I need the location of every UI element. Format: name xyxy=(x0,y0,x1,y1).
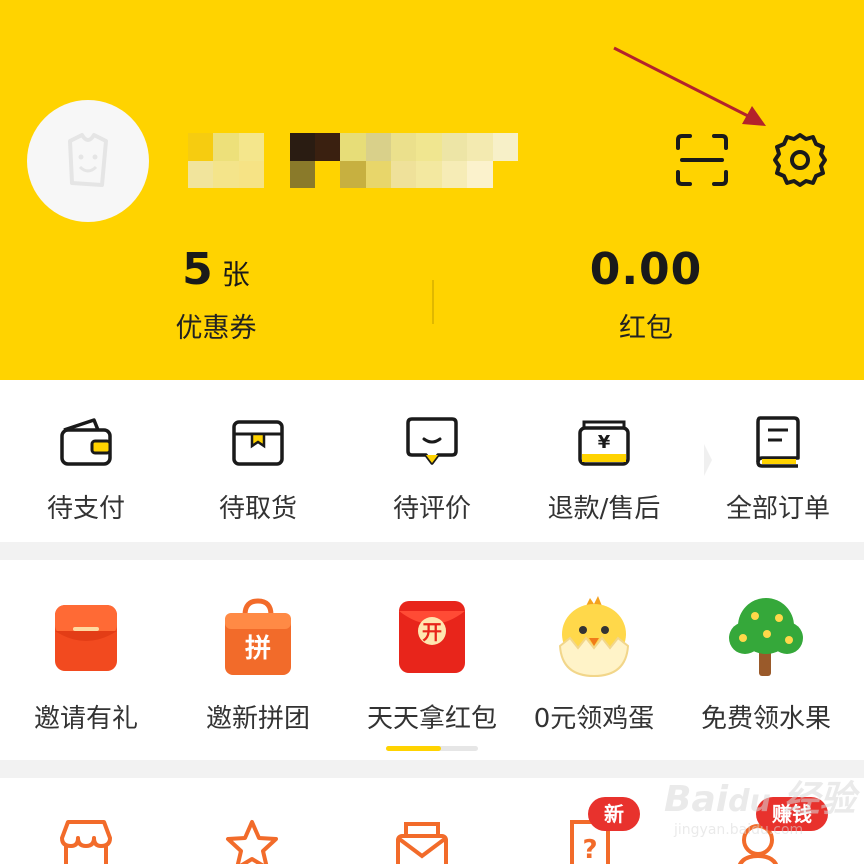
shop-icon xyxy=(60,820,112,864)
earn-money-badge: 赚钱 xyxy=(756,797,828,831)
tool-messages[interactable] xyxy=(382,816,462,864)
promo-daily-red-packet[interactable]: 开 天天拿红包 xyxy=(346,594,518,735)
promo-free-fruit-label: 免费领水果 xyxy=(700,704,831,734)
username-blurred xyxy=(188,133,518,188)
order-pending-pickup[interactable]: 待取货 xyxy=(172,410,344,525)
promo-group-buy-label: 邀新拼团 xyxy=(205,704,310,734)
svg-text:拼: 拼 xyxy=(245,634,271,664)
order-pending-payment-label: 待支付 xyxy=(46,494,125,524)
open-red-packet-icon: 开 xyxy=(399,601,465,673)
promo-page-indicator-active xyxy=(386,746,442,751)
promo-free-egg[interactable]: 0元领鸡蛋 xyxy=(508,594,680,735)
scan-icon xyxy=(676,134,728,186)
coupons-unit: 张 xyxy=(221,258,250,291)
stats-divider xyxy=(432,280,434,324)
mail-icon xyxy=(396,822,448,864)
scan-button[interactable] xyxy=(670,128,734,192)
svg-text:?: ? xyxy=(582,835,597,864)
promo-page-indicator xyxy=(386,746,478,751)
comment-bubble-icon xyxy=(406,417,458,465)
promo-free-egg-label: 0元领鸡蛋 xyxy=(533,704,655,734)
red-packet-amount: 0.00 xyxy=(589,244,703,295)
order-list-icon xyxy=(756,416,800,468)
star-icon xyxy=(226,820,278,864)
order-refund-aftersale[interactable]: ¥ 退款/售后 xyxy=(518,410,690,525)
order-pending-payment[interactable]: 待支付 xyxy=(0,410,172,525)
promo-free-fruit[interactable]: 免费领水果 xyxy=(680,594,852,735)
promotions-panel: 邀请有礼 拼 邀新拼团 开 天天拿红包 0元领鸡蛋 免费领水果 xyxy=(0,560,864,760)
settings-button[interactable] xyxy=(768,128,832,192)
order-pending-review[interactable]: 待评价 xyxy=(346,410,518,525)
new-badge: 新 xyxy=(588,797,640,831)
red-packet-label: 红包 xyxy=(619,313,673,344)
group-buy-bag-icon: 拼 xyxy=(225,598,291,675)
tool-favorites[interactable] xyxy=(212,816,292,864)
order-all-separator-icon xyxy=(704,444,712,476)
gear-icon xyxy=(773,133,827,187)
refund-card-icon: ¥ xyxy=(578,420,630,466)
svg-text:开: 开 xyxy=(422,620,442,644)
coupons-label: 优惠券 xyxy=(175,313,257,344)
order-refund-aftersale-label: 退款/售后 xyxy=(547,494,661,524)
package-box-icon xyxy=(232,420,284,466)
promo-group-buy[interactable]: 拼 邀新拼团 xyxy=(172,594,344,735)
svg-text:¥: ¥ xyxy=(598,432,611,453)
coupons-count: 5 xyxy=(182,244,214,295)
red-envelope-icon xyxy=(55,605,117,671)
order-all[interactable]: 全部订单 xyxy=(692,410,864,525)
order-pending-pickup-label: 待取货 xyxy=(218,494,297,524)
order-all-label: 全部订单 xyxy=(725,494,830,524)
profile-header: 5 张 优惠券 0.00 红包 xyxy=(0,0,864,380)
fruit-tree-icon xyxy=(729,598,803,676)
tools-panel: ? xyxy=(0,778,864,864)
promo-invite-gift-label: 邀请有礼 xyxy=(33,704,138,734)
order-pending-review-label: 待评价 xyxy=(392,494,471,524)
tool-shop[interactable] xyxy=(46,816,126,864)
promo-invite-gift[interactable]: 邀请有礼 xyxy=(0,594,172,735)
coupons-stat[interactable]: 5 张 优惠券 xyxy=(66,244,366,345)
red-packet-stat[interactable]: 0.00 红包 xyxy=(496,244,796,345)
shopping-bag-avatar-icon xyxy=(68,133,108,187)
avatar[interactable] xyxy=(27,100,149,222)
wallet-icon xyxy=(60,418,112,466)
chick-egg-icon xyxy=(558,596,630,678)
promo-daily-red-packet-label: 天天拿红包 xyxy=(366,704,497,734)
orders-panel: 待支付 待取货 待评价 ¥ 退款/售后 全部订单 xyxy=(0,380,864,542)
